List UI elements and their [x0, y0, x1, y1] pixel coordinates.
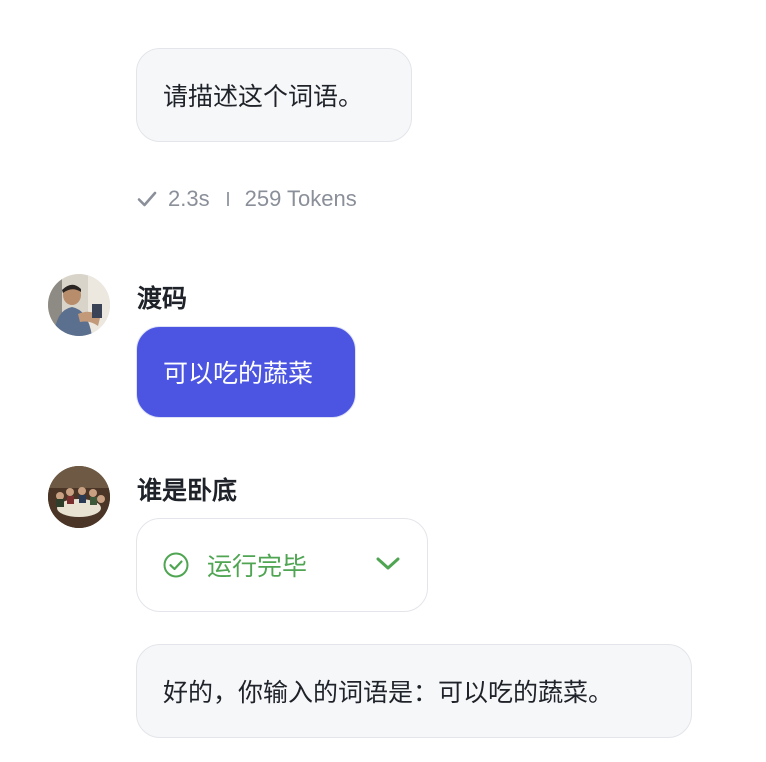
token-count: 259 Tokens — [244, 186, 357, 211]
meta-divider — [226, 192, 229, 206]
tool-status-card[interactable]: 运行完毕 — [136, 518, 428, 612]
check-icon — [137, 191, 157, 207]
user-message-text: 可以吃的蔬菜 — [163, 359, 314, 388]
assistant-reply-text: 好的，你输入的词语是：可以吃的蔬菜。 — [163, 678, 614, 707]
assistant-avatar[interactable] — [48, 466, 110, 528]
message-meta: 2.3s 259 Tokens — [136, 184, 357, 214]
assistant-reply-bubble: 好的，你输入的词语是：可以吃的蔬菜。 — [136, 644, 692, 738]
user-message-bubble: 可以吃的蔬菜 — [136, 326, 356, 418]
assistant-name: 谁是卧底 — [137, 476, 238, 505]
user-name: 渡码 — [137, 284, 188, 313]
check-circle-icon — [163, 552, 189, 578]
chevron-down-icon[interactable] — [375, 553, 401, 575]
prompt-message-text: 请描述这个词语。 — [163, 82, 364, 111]
tool-status-label: 运行完毕 — [207, 552, 308, 581]
tool-status: 运行完毕 — [163, 519, 307, 611]
user-avatar[interactable] — [48, 274, 110, 336]
prompt-message-bubble: 请描述这个词语。 — [136, 48, 412, 142]
chat-page: 请描述这个词语。 2.3s 259 Tokens 渡码 可以吃的蔬菜 谁是卧底 … — [0, 0, 766, 762]
response-time: 2.3s — [168, 186, 210, 211]
expand-toggle[interactable] — [375, 553, 401, 579]
